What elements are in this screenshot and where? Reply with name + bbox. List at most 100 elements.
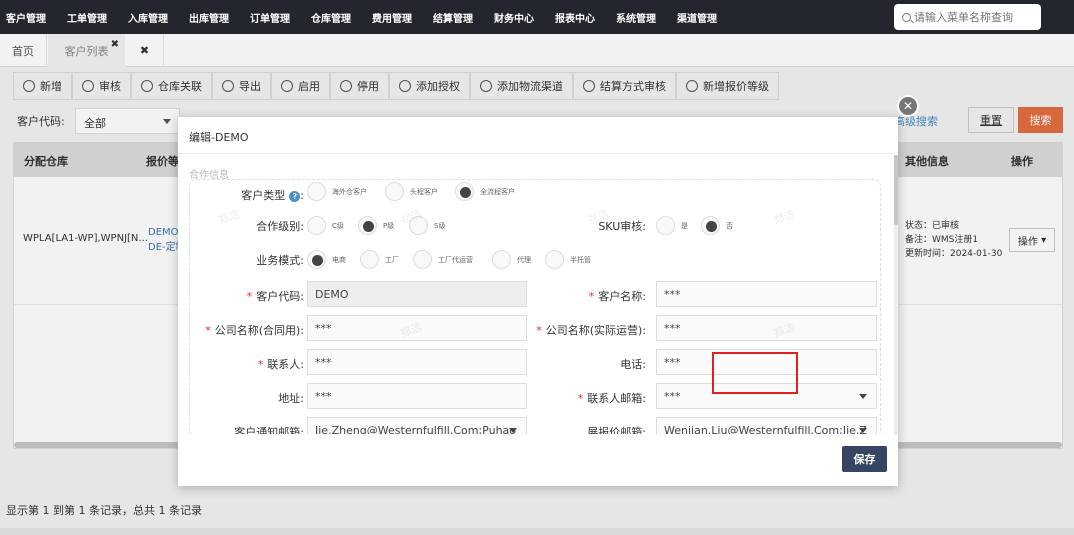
customer-name-label-text: 客户名称: [598,290,646,303]
radio-label: 工厂 [385,255,399,264]
customer-code-input[interactable]: DEMO [307,281,527,307]
business-mode-label: 业务模式: [256,254,304,267]
customer-type-label: 客户类型?: [241,189,304,202]
radio-circle-checked [701,216,720,235]
radio-mode-factory[interactable]: 工厂 [360,250,399,269]
radio-circle [413,250,432,269]
radio-circle-checked [358,216,377,235]
radio-label: C级 [332,221,344,230]
radio-sku-no[interactable]: 否 [701,216,733,235]
radio-label: 否 [726,221,733,230]
nav-menu-item[interactable]: 客户管理 [6,10,46,25]
top-navigation: 客户管理 工单管理 入库管理 出库管理 订单管理 仓库管理 费用管理 结算管理 财务中心 报表中心… [0,0,1074,34]
nav-menu-item[interactable]: 结算管理 [433,10,473,25]
customer-name-label: * 客户名称: [558,288,646,304]
radio-mode-semi-managed[interactable]: 半托管 [545,250,591,269]
highlight-box [712,352,798,394]
radio-mode-factory-ops[interactable]: 工厂代运营 [413,250,473,269]
quote-email-value: Wenjian.Liu@Westernfulfill.Com;Jie.Z [664,424,867,434]
radio-label: 代理 [517,255,531,264]
customer-code-label-text: 客户代码: [256,290,304,303]
required-marker: * [257,358,264,371]
radio-label: 电商 [332,255,346,264]
company-actual-input[interactable]: *** [656,315,877,341]
nav-menu-item[interactable]: 渠道管理 [677,10,717,25]
radio-level-c[interactable]: C级 [307,216,344,235]
chevron-down-icon [509,428,517,433]
radio-circle [492,250,511,269]
required-marker: * [577,392,584,405]
chevron-down-icon [859,428,867,433]
edit-customer-modal: 编辑-DEMO 合作信息 客户类型?: 海外仓客户 头程客户 全流程客户 合作级… [178,117,898,486]
contact-input[interactable]: *** [307,349,527,375]
contact-label: * 联系人: [198,356,304,372]
customer-name-input[interactable]: *** [656,281,877,307]
search-icon [902,12,911,22]
quote-email-label: 展报价邮箱: [587,426,646,434]
menu-search-input[interactable] [914,10,1034,24]
help-icon[interactable]: ? [289,191,301,202]
company-contract-label-text: 公司名称(合同用): [214,324,304,337]
notify-email-label: 客户通知邮箱: [234,426,304,434]
company-actual-label-text: 公司名称(实际运营): [545,324,646,337]
radio-circle [656,216,675,235]
radio-circle [307,216,326,235]
save-button[interactable]: 保存 [842,446,887,472]
radio-label: 头程客户 [410,187,438,196]
radio-label: P级 [383,221,395,230]
radio-customer-type-overseas[interactable]: 海外仓客户 [307,182,367,201]
radio-label: 海外仓客户 [332,187,367,196]
contact-label-text: 联系人: [267,358,304,371]
nav-menu-item[interactable]: 出库管理 [189,10,229,25]
radio-level-p[interactable]: P级 [358,216,394,235]
radio-circle-checked [307,250,326,269]
scrollbar-thumb[interactable] [894,155,898,225]
radio-customer-type-fullflow[interactable]: 全流程客户 [455,182,515,201]
notify-email-select[interactable]: Jie.Zheng@Westernfulfill.Com;Puhao [307,417,527,434]
radio-label: 工厂代运营 [438,255,473,264]
nav-menu-item[interactable]: 费用管理 [372,10,412,25]
customer-type-label-text: 客户类型 [241,189,286,202]
company-actual-label: * 公司名称(实际运营): [528,322,646,338]
nav-menu-item[interactable]: 入库管理 [128,10,168,25]
radio-circle [385,182,404,201]
radio-label: 半托管 [570,255,591,264]
phone-label: 电话: [620,358,646,371]
nav-menu-item[interactable]: 仓库管理 [311,10,351,25]
contact-email-label: * 联系人邮箱: [558,390,646,406]
quote-email-select[interactable]: Wenjian.Liu@Westernfulfill.Com;Jie.Z [656,417,877,434]
radio-label: S级 [434,221,446,230]
contact-email-label-text: 联系人邮箱: [587,392,646,405]
modal-title: 编辑-DEMO [189,131,249,144]
required-marker: * [246,290,253,303]
modal-close-icon[interactable]: ✕ [897,95,919,117]
contact-email-value: *** [664,390,681,403]
nav-menu-item[interactable]: 财务中心 [494,10,534,25]
menu-search-box[interactable] [894,4,1041,30]
nav-menu-item[interactable]: 系统管理 [616,10,656,25]
radio-circle [307,182,326,201]
address-input[interactable]: *** [307,383,527,409]
radio-customer-type-firstleg[interactable]: 头程客户 [385,182,438,201]
radio-label: 是 [681,221,688,230]
main-menu: 客户管理 工单管理 入库管理 出库管理 订单管理 仓库管理 费用管理 结算管理 财务中心 报表中心… [6,0,738,34]
nav-menu-item[interactable]: 工单管理 [67,10,107,25]
company-contract-label: * 公司名称(合同用): [188,322,304,338]
required-marker: * [588,290,595,303]
modal-vertical-scrollbar[interactable] [894,155,898,435]
required-marker: * [205,324,211,337]
chevron-down-icon [859,394,867,399]
address-label: 地址: [278,392,304,405]
radio-mode-agent[interactable]: 代理 [492,250,531,269]
customer-code-label: * 客户代码: [198,288,304,304]
radio-circle [360,250,379,269]
notify-email-value: Jie.Zheng@Westernfulfill.Com;Puhao [315,424,517,434]
radio-circle [545,250,564,269]
radio-label: 全流程客户 [480,187,515,196]
nav-menu-item[interactable]: 订单管理 [250,10,290,25]
radio-circle-checked [455,182,474,201]
required-marker: * [536,324,542,337]
nav-menu-item[interactable]: 报表中心 [555,10,595,25]
radio-sku-yes[interactable]: 是 [656,216,688,235]
radio-mode-ecommerce[interactable]: 电商 [307,250,346,269]
